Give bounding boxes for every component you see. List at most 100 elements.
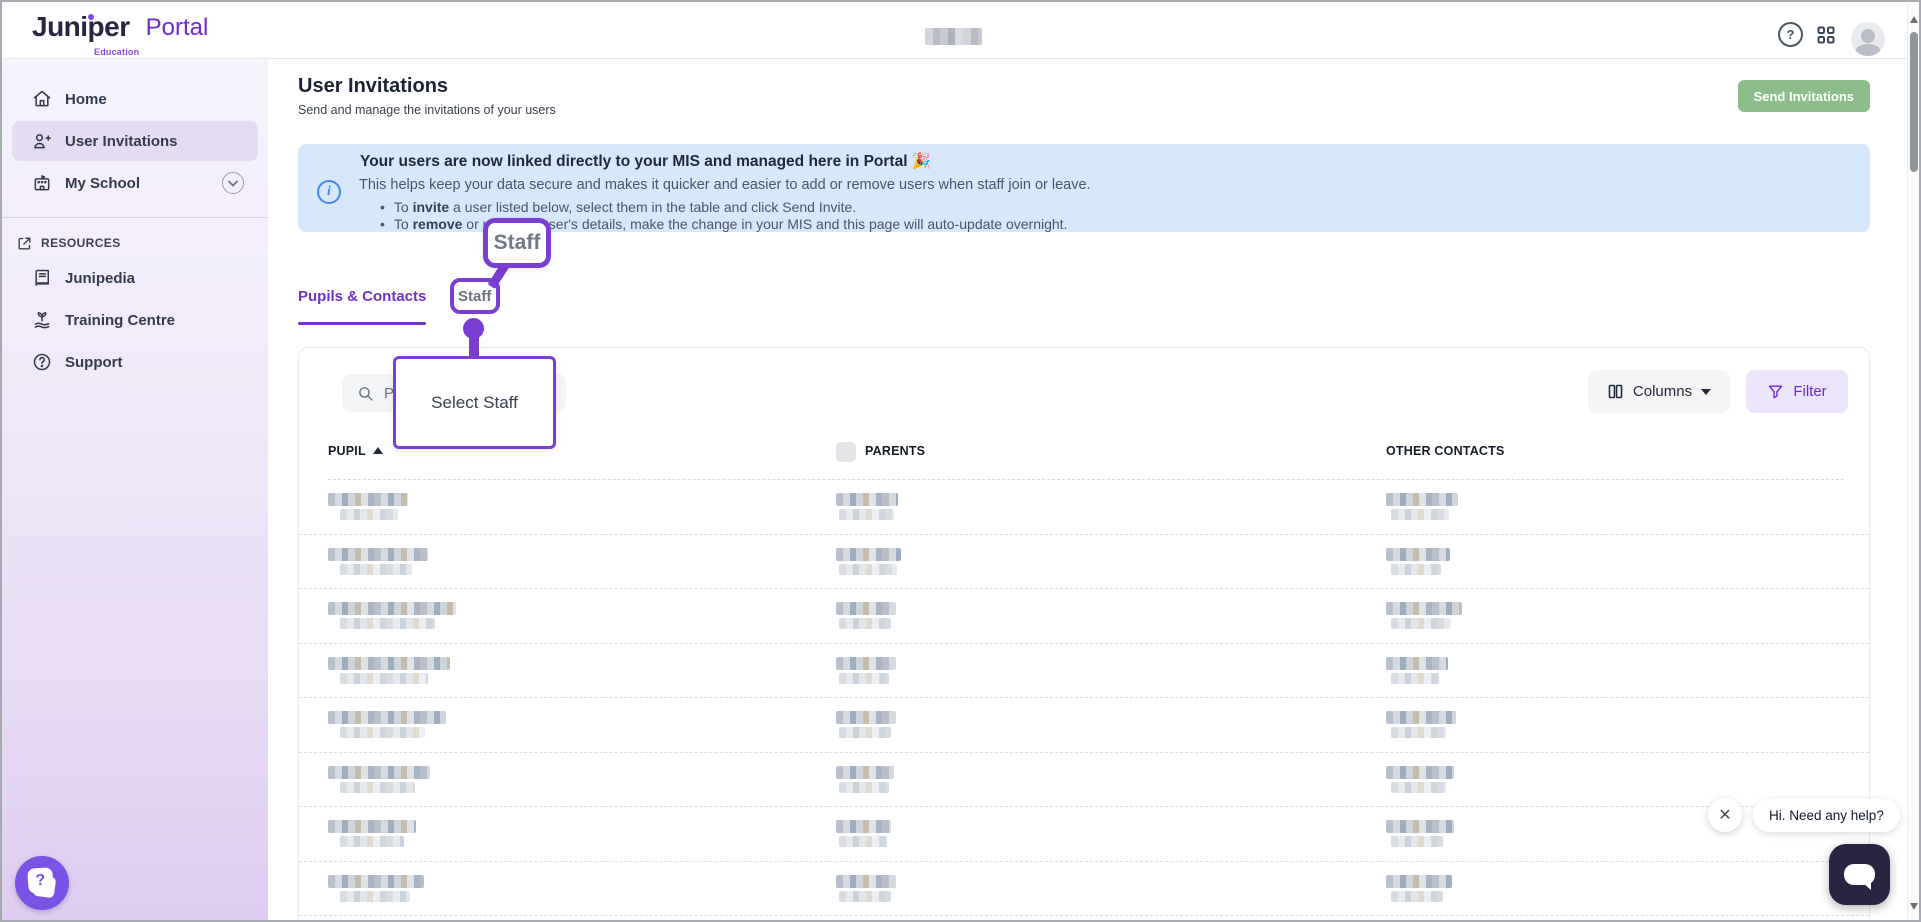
censored-parent-name xyxy=(836,602,896,629)
censored-parent-name xyxy=(836,711,896,738)
scrollbar-down-arrow[interactable] xyxy=(1910,903,1918,910)
product-name: Portal xyxy=(146,14,209,43)
column-header-pupil[interactable]: PUPIL xyxy=(328,444,366,458)
censored-text-line xyxy=(839,836,887,847)
sidebar-item-home[interactable]: Home xyxy=(12,79,258,119)
columns-label: Columns xyxy=(1633,383,1692,400)
censored-text-line xyxy=(340,618,435,629)
brand-idot xyxy=(88,14,94,20)
censored-text-line xyxy=(1391,727,1446,738)
sidebar-item-user-invitations[interactable]: User Invitations xyxy=(12,121,258,161)
censored-contact-name xyxy=(1386,602,1462,629)
censored-contact-name xyxy=(1386,766,1454,793)
help-widget-button[interactable]: ? xyxy=(15,856,69,910)
censored-text-line xyxy=(328,711,446,724)
filter-funnel-icon xyxy=(1767,383,1784,400)
avatar-body xyxy=(1855,44,1881,56)
censored-text-line xyxy=(836,875,896,888)
censored-text-line xyxy=(1386,875,1452,888)
table-row[interactable] xyxy=(299,862,1869,917)
help-widget-question-icon: ? xyxy=(27,867,54,894)
chat-greeting-bubble[interactable]: Hi. Need any help? xyxy=(1753,799,1900,832)
sidebar-item-junipedia[interactable]: Junipedia xyxy=(12,258,258,298)
censored-text-line xyxy=(1391,618,1451,629)
sidebar-item-label: Support xyxy=(65,354,123,371)
censored-text-line xyxy=(340,509,398,520)
sidebar-item-training-centre[interactable]: Training Centre xyxy=(12,300,258,340)
censored-text-line xyxy=(328,766,430,779)
tab-pupils-contacts[interactable]: Pupils & Contacts xyxy=(298,288,426,305)
censored-contact-name xyxy=(1386,875,1452,902)
censored-text-line xyxy=(836,820,891,833)
censored-contact-name xyxy=(1386,493,1458,520)
table-row[interactable] xyxy=(299,698,1869,753)
sort-ascending-icon[interactable] xyxy=(373,447,383,454)
censored-parent-name xyxy=(836,657,896,684)
send-invitations-button[interactable]: Send Invitations xyxy=(1738,80,1870,112)
filter-button[interactable]: Filter xyxy=(1746,370,1848,413)
censored-text-line xyxy=(340,891,410,902)
annotation-staff-tab-highlight xyxy=(450,278,500,314)
table-row[interactable] xyxy=(299,480,1869,535)
censored-text-line xyxy=(836,711,896,724)
columns-button[interactable]: Columns xyxy=(1588,370,1730,413)
user-plus-icon xyxy=(32,131,52,151)
sidebar-item-label: Junipedia xyxy=(65,270,135,287)
avatar-head xyxy=(1861,29,1875,43)
censored-text-line xyxy=(340,727,425,738)
chat-launcher-button[interactable] xyxy=(1829,844,1890,905)
table-row[interactable] xyxy=(299,644,1869,699)
page-subtitle: Send and manage the invitations of your … xyxy=(298,103,556,117)
censored-contact-name xyxy=(1386,711,1456,738)
censored-parent-name xyxy=(836,875,896,902)
sidebar-section-resources: RESOURCES xyxy=(2,230,268,256)
censored-pupil-name xyxy=(328,711,446,738)
school-icon xyxy=(32,173,52,193)
censored-text-line xyxy=(839,727,891,738)
sidebar-divider xyxy=(2,217,268,218)
table-row[interactable] xyxy=(299,535,1869,590)
censored-pupil-name xyxy=(328,548,428,575)
censored-school-name xyxy=(925,28,982,45)
question-circle-icon xyxy=(32,352,52,372)
censored-text-line xyxy=(328,548,428,561)
active-tab-underline xyxy=(298,322,426,325)
censored-text-line xyxy=(1386,711,1456,724)
sprout-icon xyxy=(32,310,52,330)
sidebar-item-support[interactable]: Support xyxy=(12,342,258,382)
select-all-parents-checkbox[interactable] xyxy=(836,442,856,462)
censored-text-line xyxy=(340,673,428,684)
censored-pupil-name xyxy=(328,766,430,793)
sidebar-item-label: Home xyxy=(65,91,107,108)
home-icon xyxy=(32,89,52,109)
censored-text-line xyxy=(1386,766,1454,779)
censored-text-line xyxy=(340,564,412,575)
censored-text-line xyxy=(839,564,897,575)
censored-parent-name xyxy=(836,766,894,793)
apps-grid-icon[interactable] xyxy=(1817,26,1835,44)
censored-text-line xyxy=(1391,891,1443,902)
table-row[interactable] xyxy=(299,807,1869,862)
info-icon: i xyxy=(317,180,341,204)
chat-close-icon[interactable]: ✕ xyxy=(1708,798,1742,832)
censored-text-line xyxy=(839,782,889,793)
column-header-parents[interactable]: PARENTS xyxy=(865,444,925,458)
table-row[interactable] xyxy=(299,589,1869,644)
columns-icon xyxy=(1607,383,1624,400)
user-avatar[interactable] xyxy=(1851,22,1885,56)
column-header-other-contacts[interactable]: OTHER CONTACTS xyxy=(1386,444,1505,458)
banner-bullet-invite: •To invite a user listed below, select t… xyxy=(380,199,856,215)
sidebar-item-my-school[interactable]: My School xyxy=(12,163,258,203)
censored-contact-name xyxy=(1386,548,1450,575)
brand-logo[interactable]: Juniper Education Portal xyxy=(32,11,208,43)
table-row[interactable] xyxy=(299,753,1869,808)
censored-text-line xyxy=(1386,657,1448,670)
chevron-down-icon[interactable] xyxy=(222,172,244,194)
app-window: Juniper Education Portal ? Home User In xyxy=(0,0,1921,922)
censored-text-line xyxy=(328,493,408,506)
scrollbar-thumb[interactable] xyxy=(1910,32,1918,172)
scrollbar-up-arrow[interactable] xyxy=(1910,16,1918,23)
censored-contact-name xyxy=(1386,820,1454,847)
censored-text-line xyxy=(839,891,891,902)
help-icon[interactable]: ? xyxy=(1778,22,1803,47)
